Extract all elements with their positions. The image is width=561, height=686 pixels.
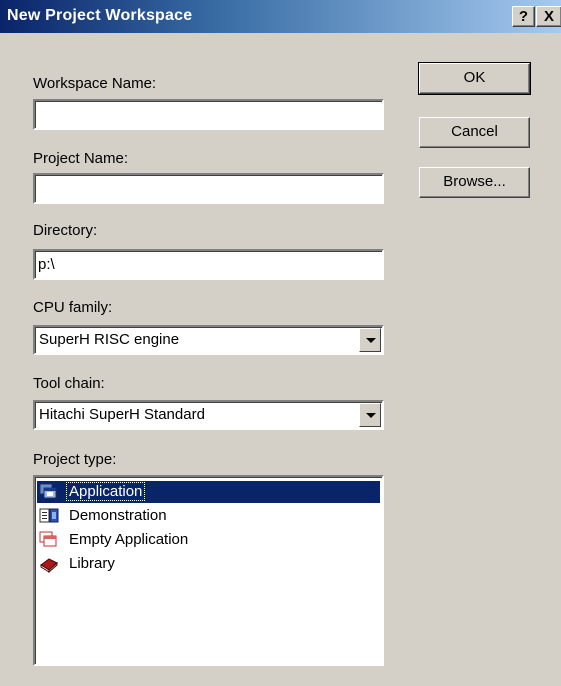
help-button[interactable]: ? [512, 6, 535, 27]
workspace-name-input[interactable] [35, 101, 382, 128]
workspace-name-label: Workspace Name: [33, 75, 157, 92]
project-name-field-frame [33, 173, 384, 204]
chevron-down-icon[interactable] [359, 328, 381, 352]
cancel-button[interactable]: Cancel [419, 117, 530, 148]
project-name-input[interactable] [35, 175, 382, 202]
directory-label: Directory: [33, 222, 98, 239]
project-name-label: Project Name: [33, 150, 129, 167]
list-item[interactable]: Library [37, 553, 380, 575]
list-item[interactable]: Application [37, 481, 380, 503]
list-item[interactable]: Empty Application [37, 529, 380, 551]
directory-field-frame [33, 249, 384, 280]
browse-button[interactable]: Browse... [419, 167, 530, 198]
list-item-label: Empty Application [69, 531, 189, 548]
title-bar[interactable]: New Project Workspace ? X [0, 0, 561, 33]
tool-chain-value: Hitachi SuperH Standard [39, 406, 205, 423]
list-item-label: Demonstration [69, 507, 167, 524]
cpu-family-select[interactable]: SuperH RISC engine [33, 325, 384, 355]
library-icon [39, 555, 59, 574]
list-item-label: Library [69, 555, 115, 572]
window-title: New Project Workspace [7, 7, 193, 24]
cpu-family-label: CPU family: [33, 299, 113, 316]
workspace-name-field-frame [33, 99, 384, 130]
directory-input[interactable] [35, 251, 382, 278]
ok-button[interactable]: OK [418, 62, 531, 95]
project-type-label: Project type: [33, 451, 117, 468]
list-item-label: Application [65, 482, 146, 501]
close-button[interactable]: X [536, 6, 561, 27]
chevron-down-icon[interactable] [359, 403, 381, 427]
application-icon [39, 483, 59, 501]
demonstration-icon [39, 507, 59, 525]
project-type-list[interactable]: Application Demonstration Empty Applicat… [33, 475, 384, 666]
list-item[interactable]: Demonstration [37, 505, 380, 527]
new-project-workspace-dialog: New Project Workspace ? X Workspace Name… [0, 0, 561, 686]
empty-application-icon [39, 531, 59, 549]
tool-chain-label: Tool chain: [33, 375, 105, 392]
cpu-family-value: SuperH RISC engine [39, 331, 180, 348]
tool-chain-select[interactable]: Hitachi SuperH Standard [33, 400, 384, 430]
